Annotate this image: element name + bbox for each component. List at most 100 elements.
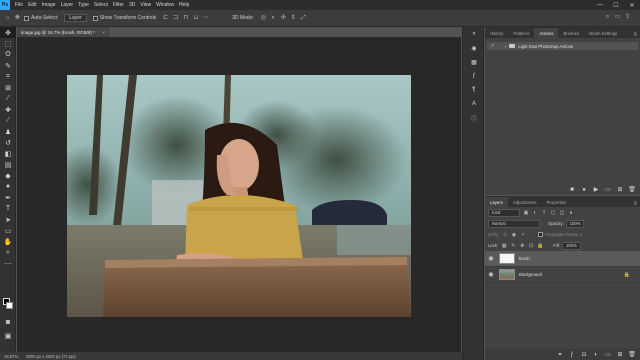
new-layer-icon[interactable]: ⊞: [616, 351, 624, 359]
action-set-row[interactable]: ✓ › Light Dust Photoshop Actions: [487, 42, 638, 50]
home-icon[interactable]: ⌂: [4, 15, 11, 22]
history-brush-tool-icon[interactable]: ↺: [0, 137, 16, 148]
more-tools-icon[interactable]: ⋯: [0, 258, 16, 269]
swatches-panel-icon[interactable]: ▦: [463, 55, 485, 69]
unify-visibility-icon[interactable]: ◉: [511, 232, 517, 238]
rectangle-tool-icon[interactable]: ▭: [0, 225, 16, 236]
filter-shape-icon[interactable]: ▢: [550, 210, 556, 216]
character-panel-icon[interactable]: A: [463, 97, 485, 111]
filter-kind-dropdown[interactable]: Kind: [488, 208, 520, 217]
tab-actions[interactable]: Actions: [534, 28, 559, 38]
pen-tool-icon[interactable]: ✒: [0, 192, 16, 203]
align-center-icon[interactable]: ⊐: [172, 15, 179, 22]
type-tool-icon[interactable]: T: [0, 203, 16, 214]
lock-transparent-icon[interactable]: ▦: [501, 243, 507, 249]
more-options-icon[interactable]: ⋯: [202, 15, 209, 22]
unify-style-icon[interactable]: ✧: [520, 232, 526, 238]
align-left-icon[interactable]: ⊏: [162, 15, 169, 22]
document-info[interactable]: 6000 px x 4000 px (72 ppi): [26, 354, 76, 359]
link-layers-icon[interactable]: ⚭: [556, 351, 564, 359]
3d-orbit-icon[interactable]: ◎: [260, 15, 267, 22]
lasso-tool-icon[interactable]: ʘ: [0, 49, 16, 60]
3d-scale-icon[interactable]: ⤢: [300, 15, 307, 22]
tab-patterns[interactable]: Patterns: [508, 28, 534, 38]
blur-tool-icon[interactable]: ◆: [0, 170, 16, 181]
clone-stamp-tool-icon[interactable]: ♟: [0, 126, 16, 137]
quick-select-tool-icon[interactable]: ✎: [0, 60, 16, 71]
minimize-button[interactable]: —: [592, 0, 608, 10]
gradient-tool-icon[interactable]: ▤: [0, 159, 16, 170]
share-icon[interactable]: ⇪: [624, 14, 631, 21]
delete-layer-icon[interactable]: 🗑: [628, 351, 636, 359]
close-window-button[interactable]: ✕: [624, 0, 640, 10]
collapse-panels-icon[interactable]: «: [463, 27, 485, 41]
workspace-icon[interactable]: ▭: [614, 14, 621, 21]
layer-name[interactable]: brush: [519, 256, 530, 261]
tab-brushes[interactable]: Brushes: [558, 28, 584, 38]
new-set-icon[interactable]: ▭: [604, 186, 612, 194]
filter-adjustment-icon[interactable]: ◐: [532, 210, 538, 216]
adjustment-layer-icon[interactable]: ◐: [592, 351, 600, 359]
hand-tool-icon[interactable]: ✋: [0, 236, 16, 247]
move-tool-icon[interactable]: ✥: [0, 27, 16, 38]
toggle-checkmark-icon[interactable]: ✓: [489, 43, 497, 49]
zoom-tool-icon[interactable]: ⌕: [0, 247, 16, 258]
propagate-checkbox[interactable]: [537, 232, 543, 237]
3d-roll-icon[interactable]: ◐: [270, 15, 277, 22]
3d-slide-icon[interactable]: ⇕: [290, 15, 297, 22]
healing-brush-tool-icon[interactable]: ✚: [0, 104, 16, 115]
align-top-icon[interactable]: ⊔: [192, 15, 199, 22]
close-document-icon[interactable]: ×: [102, 30, 105, 35]
crop-tool-icon[interactable]: ⌗: [0, 71, 16, 82]
menu-type[interactable]: Type: [78, 2, 89, 8]
layer-name[interactable]: Background: [519, 272, 542, 277]
show-transform-checkbox[interactable]: [92, 15, 98, 21]
stop-icon[interactable]: ■: [568, 186, 576, 194]
menu-image[interactable]: Image: [42, 2, 56, 8]
menu-layer[interactable]: Layer: [61, 2, 74, 8]
layer-style-fx-icon[interactable]: ƒ: [568, 351, 576, 359]
menu-select[interactable]: Select: [94, 2, 108, 8]
blend-mode-dropdown[interactable]: Normal: [488, 219, 540, 228]
fill-field[interactable]: 100%: [561, 241, 581, 250]
menu-help[interactable]: Help: [179, 2, 189, 8]
layer-row-brush[interactable]: ◉ brush: [485, 251, 640, 267]
align-right-icon[interactable]: ⊓: [182, 15, 189, 22]
maximize-button[interactable]: ☐: [608, 0, 624, 10]
lock-image-icon[interactable]: ✎: [510, 243, 516, 249]
screen-mode-icon[interactable]: ▣: [0, 330, 16, 341]
menu-view[interactable]: View: [140, 2, 151, 8]
menu-window[interactable]: Window: [156, 2, 174, 8]
tab-brush-settings[interactable]: Brush Settings: [584, 28, 622, 38]
paragraph-panel-icon[interactable]: ¶: [463, 83, 485, 97]
document-tab[interactable]: image.jpg @ 16.7% (brush, RGB/8) * ×: [17, 27, 109, 37]
fx-panel-icon[interactable]: ƒ: [463, 69, 485, 83]
record-icon[interactable]: ●: [580, 186, 588, 194]
lock-all-icon[interactable]: 🔒: [537, 243, 543, 249]
panel-menu-icon[interactable]: ≡: [633, 32, 640, 38]
brush-tool-icon[interactable]: ∕: [0, 115, 16, 126]
delete-icon[interactable]: 🗑: [628, 186, 636, 194]
zoom-level[interactable]: 16.67%: [4, 354, 18, 359]
lock-position-icon[interactable]: ✥: [519, 243, 525, 249]
eraser-tool-icon[interactable]: ◧: [0, 148, 16, 159]
visibility-eye-icon[interactable]: ◉: [485, 271, 497, 278]
background-color-swatch[interactable]: [6, 302, 13, 309]
play-icon[interactable]: ▶: [592, 186, 600, 194]
color-panel-icon[interactable]: ◉: [463, 41, 485, 55]
path-selection-tool-icon[interactable]: ➤: [0, 214, 16, 225]
new-group-icon[interactable]: ▭: [604, 351, 612, 359]
opacity-field[interactable]: 100%: [565, 219, 585, 228]
search-icon[interactable]: ⌕: [604, 14, 611, 21]
unify-position-icon[interactable]: ⊹: [502, 232, 508, 238]
menu-edit[interactable]: Edit: [28, 2, 37, 8]
marquee-tool-icon[interactable]: ⬚: [0, 38, 16, 49]
layer-row-background[interactable]: ◉ Background 🔒: [485, 267, 640, 283]
document-photo[interactable]: [67, 75, 411, 317]
filter-toggle-icon[interactable]: ●: [568, 210, 574, 216]
tab-layers[interactable]: Layers: [485, 197, 508, 207]
menu-filter[interactable]: Filter: [113, 2, 124, 8]
tab-history[interactable]: History: [485, 28, 508, 38]
filter-pixel-icon[interactable]: ▣: [523, 210, 529, 216]
filter-smart-object-icon[interactable]: ◫: [559, 210, 565, 216]
